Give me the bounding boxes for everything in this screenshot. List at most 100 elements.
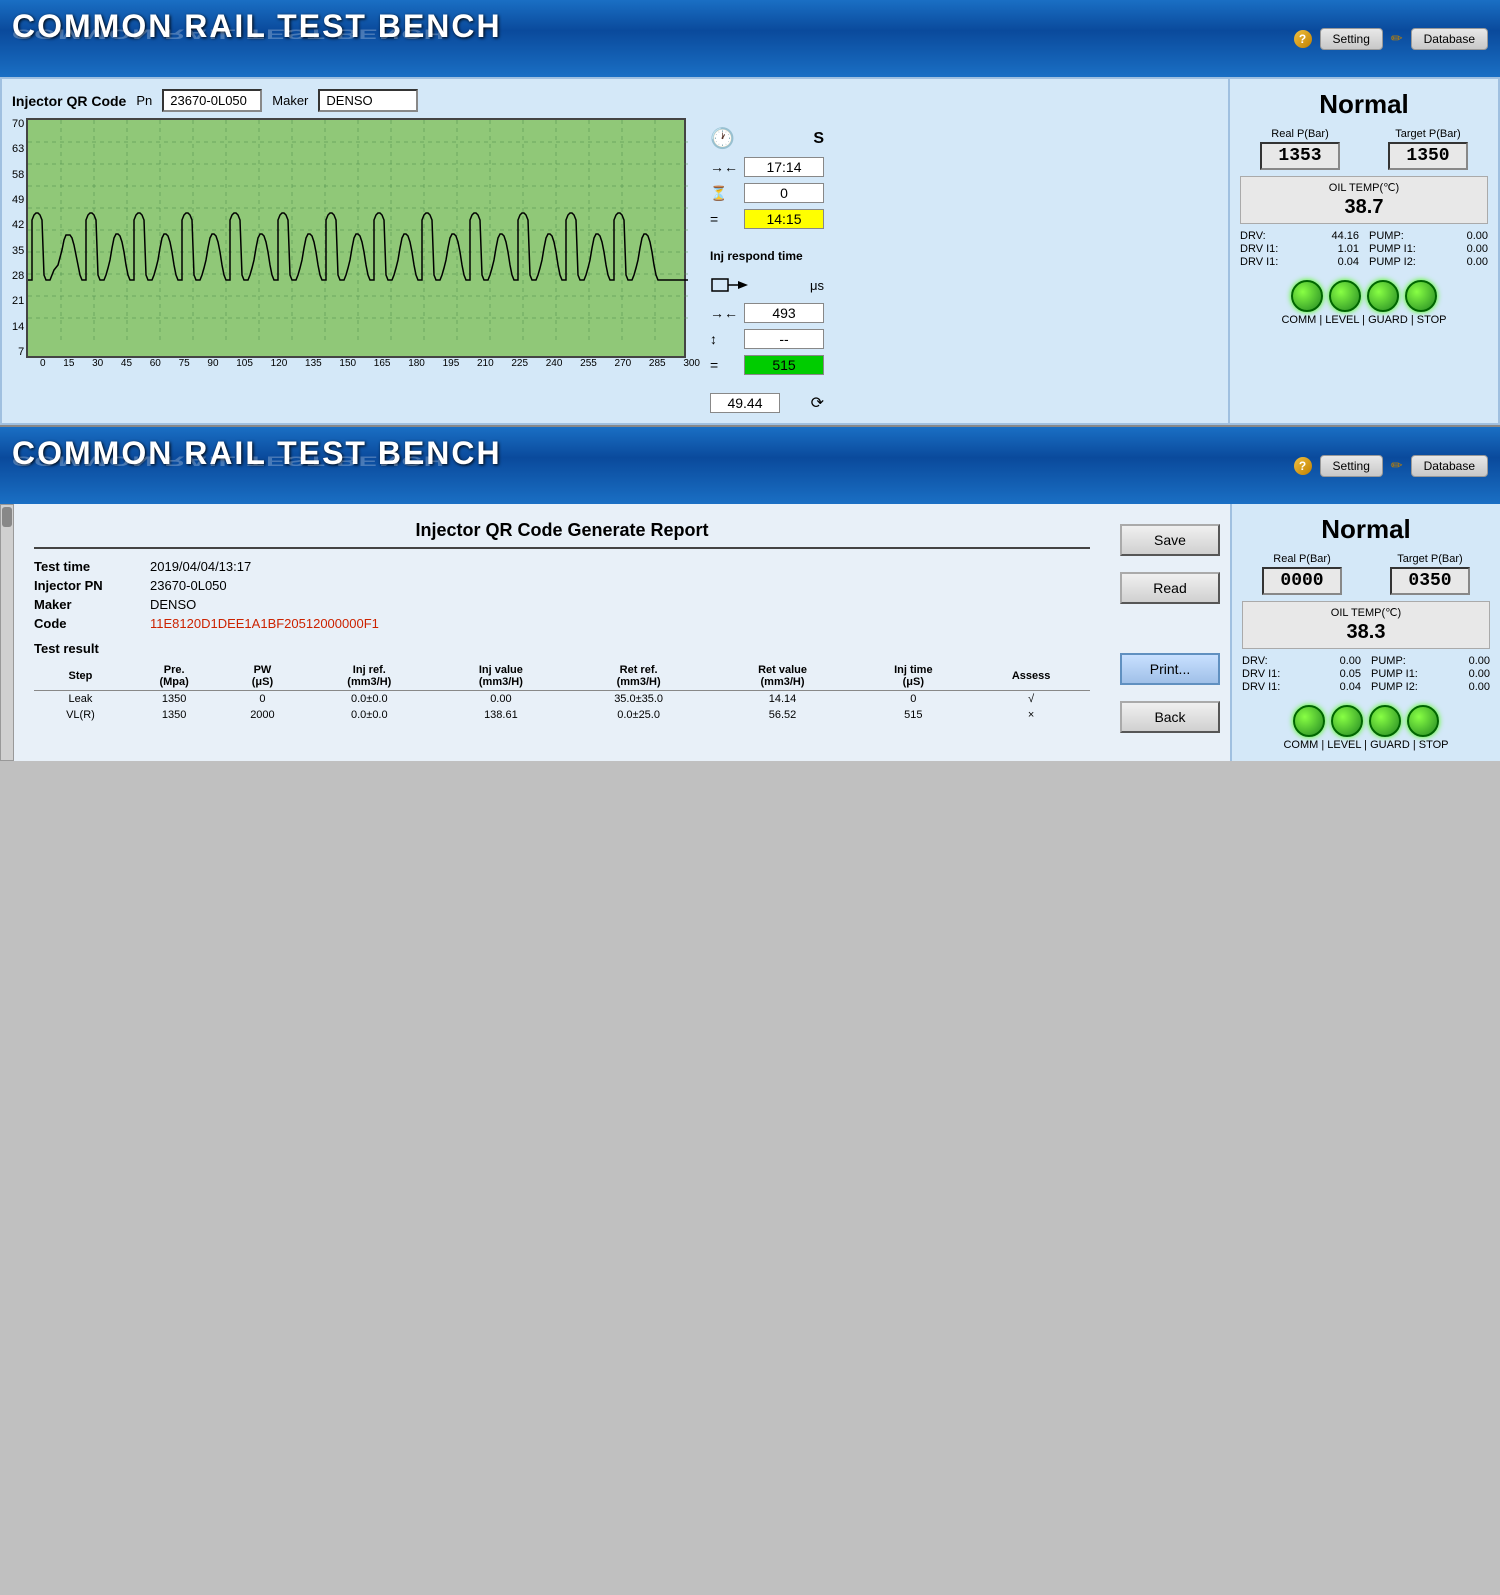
clock-icon: 🕐 <box>710 126 735 151</box>
maker-value-bottom: DENSO <box>150 597 196 612</box>
target-p-value-top: 1350 <box>1388 142 1468 170</box>
target-p-label-bottom: Target P(Bar) <box>1397 553 1462 565</box>
section-bottom: COMMON RAIL TEST BENCH COMMON RAIL TEST … <box>0 427 1500 761</box>
comm-light-top <box>1291 280 1323 312</box>
timer-row-1: →← 17:14 <box>710 157 824 177</box>
code-label: Code <box>34 616 134 631</box>
inj-timing-icon <box>710 273 750 297</box>
arrow-icon-2: →← <box>710 305 738 321</box>
pump-value-top: 0.00 <box>1467 230 1488 242</box>
drv-label-bottom: DRV: <box>1242 655 1268 667</box>
misc-row: 49.44 ⟳ <box>710 393 824 413</box>
chart-y-labels: 70 63 58 49 42 35 28 21 14 7 <box>12 118 24 358</box>
status-normal-top: Normal <box>1319 89 1409 120</box>
respond-value-1: 493 <box>744 303 824 323</box>
th-inj-ref: Inj ref.(mm3/H) <box>304 662 436 691</box>
maker-label-bottom: Maker <box>34 597 134 612</box>
scrollbar-thumb[interactable] <box>2 507 12 527</box>
injector-row: Injector QR Code Pn 23670-0L050 Maker DE… <box>12 89 1218 112</box>
injector-pn-label: Injector PN <box>34 578 134 593</box>
timer-row-3: = 14:15 <box>710 209 824 229</box>
print-button[interactable]: Print... <box>1120 653 1220 685</box>
drv-item-2: DRV: 0.00 <box>1242 655 1361 667</box>
pump-label-bottom: PUMP: <box>1371 655 1406 667</box>
respond-row-2: ↕ -- <box>710 329 824 349</box>
inj-timing-row: μs <box>710 273 824 297</box>
chart-wrapper: 70 63 58 49 42 35 28 21 14 7 <box>12 118 1218 413</box>
timer-row-2: ⏳ 0 <box>710 183 824 203</box>
drv-i2-label-top: DRV I1: <box>1240 256 1278 268</box>
chart-block: 70 63 58 49 42 35 28 21 14 7 <box>12 118 700 369</box>
oil-temp-label-top: OIL TEMP(℃) <box>1249 181 1479 194</box>
pump-i1-item-2: PUMP I1: 0.00 <box>1371 668 1490 680</box>
th-step: Step <box>34 662 127 691</box>
drv-i1-label-bottom: DRV I1: <box>1242 668 1280 680</box>
real-p-group-top: Real P(Bar) 1353 <box>1240 128 1360 170</box>
chart-inner: 70 63 58 49 42 35 28 21 14 7 <box>12 118 700 358</box>
left-area-top: Injector QR Code Pn 23670-0L050 Maker DE… <box>2 79 1228 423</box>
stop-light-top <box>1405 280 1437 312</box>
injector-pn-value: 23670-0L050 <box>150 578 227 593</box>
setting-button-bottom[interactable]: Setting <box>1320 455 1383 477</box>
app-header-top: COMMON RAIL TEST BENCH COMMON RAIL TEST … <box>0 0 1500 77</box>
injector-pn-row: Injector PN 23670-0L050 <box>34 578 1090 593</box>
pn-label: Pn <box>136 93 152 108</box>
pump-i2-label-top: PUMP I2: <box>1369 256 1416 268</box>
app-title-reflection: COMMON RAIL TEST BENCH <box>12 27 502 41</box>
pump-i1-value-bottom: 0.00 <box>1469 668 1490 680</box>
oil-temp-value-bottom: 38.3 <box>1251 621 1481 644</box>
oil-temp-box-top: OIL TEMP(℃) 38.7 <box>1240 176 1488 224</box>
status-lights-bottom <box>1293 705 1439 737</box>
pump-item-1: PUMP: 0.00 <box>1369 230 1488 242</box>
help-icon-bottom[interactable]: ? <box>1294 457 1312 475</box>
pencil-icon: ✏ <box>1391 30 1403 47</box>
setting-button[interactable]: Setting <box>1320 28 1383 50</box>
real-p-group-bottom: Real P(Bar) 0000 <box>1242 553 1362 595</box>
unit-us: μs <box>810 278 824 293</box>
target-p-label-top: Target P(Bar) <box>1395 128 1460 140</box>
database-button[interactable]: Database <box>1411 28 1488 50</box>
status-labels-bottom: COMM | LEVEL | GUARD | STOP <box>1283 739 1448 751</box>
save-button[interactable]: Save <box>1120 524 1220 556</box>
respond-row-1: →← 493 <box>710 303 824 323</box>
pencil-icon-bottom: ✏ <box>1391 457 1403 474</box>
equals-icon: = <box>710 211 718 227</box>
table-row: Leak135000.0±0.00.0035.0±35.014.140√ <box>34 691 1090 708</box>
drv-i2-item-2: DRV I1: 0.04 <box>1242 681 1361 693</box>
drv-grid-bottom: DRV: 0.00 PUMP: 0.00 DRV I1: 0.05 PUMP I… <box>1242 655 1490 693</box>
chart-x-labels: 0 15 30 45 60 75 90 105 120 135 150 165 … <box>40 358 700 369</box>
down-arrow-icon: ↕ <box>710 331 717 347</box>
code-value: 11E8120D1DEE1A1BF20512000000F1 <box>150 616 379 631</box>
pbar-row-top: Real P(Bar) 1353 Target P(Bar) 1350 <box>1240 128 1488 170</box>
database-button-bottom[interactable]: Database <box>1411 455 1488 477</box>
oil-temp-box-bottom: OIL TEMP(℃) 38.3 <box>1242 601 1490 649</box>
status-labels-top: COMM | LEVEL | GUARD | STOP <box>1281 314 1446 326</box>
header-buttons-bottom: ? Setting ✏ Database <box>1294 455 1488 477</box>
respond-row-3: = 515 <box>710 355 824 375</box>
back-button[interactable]: Back <box>1120 701 1220 733</box>
scrollbar-track[interactable] <box>0 504 14 761</box>
report-title: Injector QR Code Generate Report <box>34 520 1090 549</box>
th-assess: Assess <box>972 662 1090 691</box>
help-icon[interactable]: ? <box>1294 30 1312 48</box>
th-ret-val: Ret value(mm3/H) <box>711 662 855 691</box>
app-header-bottom: COMMON RAIL TEST BENCH COMMON RAIL TEST … <box>0 427 1500 504</box>
drv-value-bottom: 0.00 <box>1340 655 1361 667</box>
timer-row-s: 🕐 S <box>710 126 824 151</box>
waveform-chart <box>28 120 688 340</box>
app-title-block: COMMON RAIL TEST BENCH COMMON RAIL TEST … <box>12 8 502 69</box>
equals-icon-2: = <box>710 357 718 373</box>
stop-light-bottom <box>1407 705 1439 737</box>
th-pre: Pre.(Mpa) <box>127 662 221 691</box>
report-area: Injector QR Code Generate Report Test ti… <box>14 504 1110 761</box>
target-p-group-top: Target P(Bar) 1350 <box>1368 128 1488 170</box>
result-table: Step Pre.(Mpa) PW(μS) Inj ref.(mm3/H) In… <box>34 662 1090 723</box>
comm-light-bottom <box>1293 705 1325 737</box>
drv-value-top: 44.16 <box>1331 230 1359 242</box>
pump-item-2: PUMP: 0.00 <box>1371 655 1490 667</box>
bottom-left-area: Injector QR Code Generate Report Test ti… <box>0 504 1230 761</box>
inj-respond-label: Inj respond time <box>710 249 824 263</box>
code-row: Code 11E8120D1DEE1A1BF20512000000F1 <box>34 616 1090 631</box>
th-ret-ref: Ret ref.(mm3/H) <box>567 662 711 691</box>
read-button[interactable]: Read <box>1120 572 1220 604</box>
